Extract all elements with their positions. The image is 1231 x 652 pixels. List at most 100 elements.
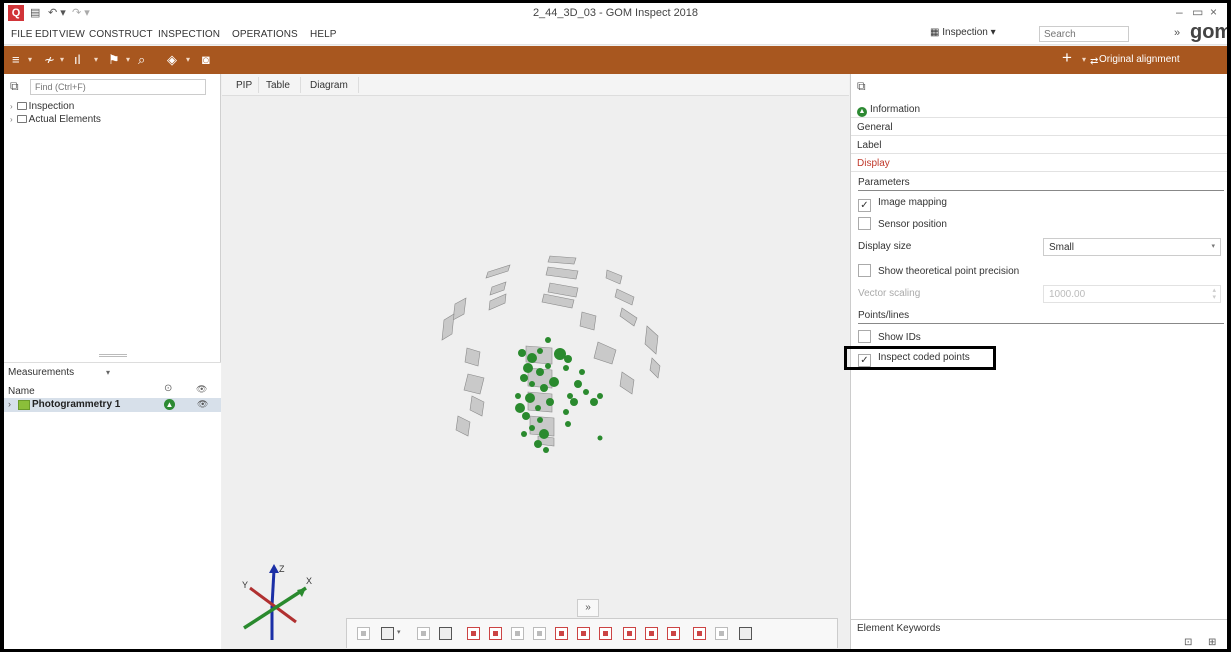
tree-item-inspection[interactable]: › Inspection [10, 101, 74, 112]
measurements-header[interactable]: Measurements [8, 367, 74, 378]
frame-icon[interactable] [667, 627, 680, 640]
chevron-down-icon[interactable]: ▾ [94, 55, 98, 64]
properties-panel-icon[interactable]: ⧉ [857, 79, 866, 94]
display-size-select[interactable]: Small ▾ [1043, 238, 1221, 256]
chevron-down-icon[interactable]: ▾ [60, 55, 64, 64]
visibility-icon[interactable]: 👁 [197, 399, 208, 410]
checkbox-label: Show theoretical point precision [878, 266, 1020, 277]
checkbox[interactable]: ✓ [858, 199, 871, 212]
tree-item-actual-elements[interactable]: › Actual Elements [10, 114, 101, 125]
chevron-right-icon[interactable]: › [8, 399, 11, 409]
highlight-box [844, 346, 996, 370]
add-icon[interactable]: + [1062, 49, 1072, 66]
menu-edit[interactable]: EDIT [35, 29, 58, 40]
label-flag-icon[interactable]: ⚑ [108, 52, 120, 68]
menu-file[interactable]: FILE [11, 29, 33, 40]
element-keywords-label[interactable]: Element Keywords [857, 623, 940, 634]
menu-help[interactable]: HELP [310, 29, 337, 40]
menu-operations[interactable]: OPERATIONS [232, 29, 298, 40]
alignment-selector[interactable]: Original alignment [1099, 54, 1180, 65]
table-icon[interactable] [577, 627, 590, 640]
image-view-icon[interactable] [381, 627, 394, 640]
chevron-right-icon[interactable]: › [10, 115, 13, 124]
section-general[interactable]: General [851, 118, 1227, 136]
3d-view[interactable]: PIP Table Diagram Z Y X » ▾ [222, 74, 849, 649]
keywords-settings-icon[interactable]: ⊞ [1208, 637, 1216, 648]
delete-icon[interactable] [715, 627, 728, 640]
checkbox[interactable] [858, 217, 871, 230]
chevron-down-icon[interactable]: ▾ [106, 368, 110, 377]
area-icon[interactable] [555, 627, 568, 640]
vector-scaling-value: 1000.00 [1049, 289, 1086, 300]
chevron-down-icon[interactable]: ▾ [28, 55, 32, 64]
report-icon[interactable] [693, 627, 706, 640]
menu-view[interactable]: VIEW [59, 29, 85, 40]
section-information[interactable]: ▲ Information [851, 100, 1227, 118]
vector-scaling-input[interactable]: 1000.00 ▴ ▾ [1043, 285, 1221, 303]
checkbox[interactable] [858, 330, 871, 343]
grid-icon[interactable] [645, 627, 658, 640]
edit-keywords-icon[interactable]: ⊡ [1184, 637, 1192, 648]
find-input[interactable] [30, 79, 206, 95]
hamburger-menu-icon[interactable]: ≡ [12, 52, 20, 68]
camera-icon[interactable]: ◙ [202, 52, 210, 68]
status-column-icon[interactable]: ⊙ [164, 383, 172, 394]
chevron-down-icon[interactable]: ▾ [397, 628, 401, 636]
column-header-name[interactable]: Name [8, 386, 35, 397]
chart-icon[interactable] [599, 627, 612, 640]
view-mode-icon[interactable] [357, 627, 370, 640]
chevron-down-icon[interactable]: ▾ [1082, 55, 1086, 64]
info-status-icon: ▲ [857, 107, 867, 117]
app-window: Q ▤ ↶ ▾ ↷ ▾ 2_44_3D_03 - GOM Inspect 201… [4, 3, 1227, 649]
search-icon[interactable]: ⌕ [138, 52, 145, 68]
show-ids-checkbox[interactable]: Show IDs [858, 330, 921, 343]
z-axis-label: Z [279, 564, 285, 574]
link-icon[interactable] [623, 627, 636, 640]
workspace-label: Inspection [942, 27, 988, 38]
view-tab-bar: PIP Table Diagram [222, 74, 849, 96]
image-mapping-checkbox[interactable]: ✓ Image mapping [858, 197, 947, 212]
split-icon[interactable] [439, 627, 452, 640]
double-chevron-icon[interactable]: » [1174, 27, 1180, 39]
rectangle-icon[interactable] [511, 627, 524, 640]
deviation-icon[interactable] [467, 627, 480, 640]
sensor-position-checkbox[interactable]: Sensor position [858, 217, 947, 230]
tab-diagram[interactable]: Diagram [310, 80, 348, 91]
caliper-icon[interactable] [533, 627, 546, 640]
panel-splitter[interactable] [99, 354, 127, 357]
window-title: 2_44_3D_03 - GOM Inspect 2018 [532, 7, 699, 19]
search-input[interactable] [1039, 26, 1129, 42]
tree-item-label: Actual Elements [28, 114, 101, 125]
visibility-column-icon[interactable]: 👁 [196, 384, 207, 395]
measurement-row[interactable]: › Photogrammetry 1 ▲ 👁 [4, 398, 221, 412]
minimize-button[interactable]: – [1176, 5, 1183, 19]
chevron-down-icon[interactable]: ▾ [186, 55, 190, 64]
menu-inspection[interactable]: INSPECTION [158, 29, 220, 40]
point-deviation-icon[interactable] [489, 627, 502, 640]
chevron-down-icon[interactable]: ▾ [1211, 242, 1215, 250]
explorer-panel-icon[interactable]: ⧉ [10, 79, 19, 94]
checkbox[interactable] [858, 264, 871, 277]
display-size-label: Display size [858, 241, 912, 252]
photogrammetry-scene[interactable] [222, 96, 849, 616]
inspection-chart-icon[interactable]: ıl [74, 52, 81, 68]
navigation-icon[interactable]: ◈ [167, 52, 177, 68]
workspace-selector[interactable]: ▦ Inspection ▾ [930, 27, 996, 43]
element-keywords-section: Element Keywords ⊡ ⊞ [851, 619, 1227, 649]
chevron-right-icon[interactable]: › [10, 102, 13, 111]
export-icon[interactable] [739, 627, 752, 640]
measurement-label: Photogrammetry 1 [32, 399, 121, 410]
show-theoretical-precision-checkbox[interactable]: Show theoretical point precision [858, 264, 1019, 277]
tab-table[interactable]: Table [266, 80, 290, 91]
section-display[interactable]: Display [851, 154, 1227, 172]
tab-pip[interactable]: PIP [236, 80, 252, 91]
collapse-toolbar-button[interactable]: » [577, 599, 599, 617]
construct-curve-icon[interactable]: ≁ [44, 52, 55, 68]
restore-button[interactable]: ▭ [1192, 5, 1203, 19]
section-label[interactable]: Label [851, 136, 1227, 154]
menu-construct[interactable]: CONSTRUCT [89, 29, 153, 40]
chevron-down-icon[interactable]: ▾ [126, 55, 130, 64]
spinner-icon[interactable]: ▴ ▾ [1212, 287, 1216, 301]
select-icon[interactable] [417, 627, 430, 640]
close-button[interactable]: × [1210, 5, 1217, 19]
